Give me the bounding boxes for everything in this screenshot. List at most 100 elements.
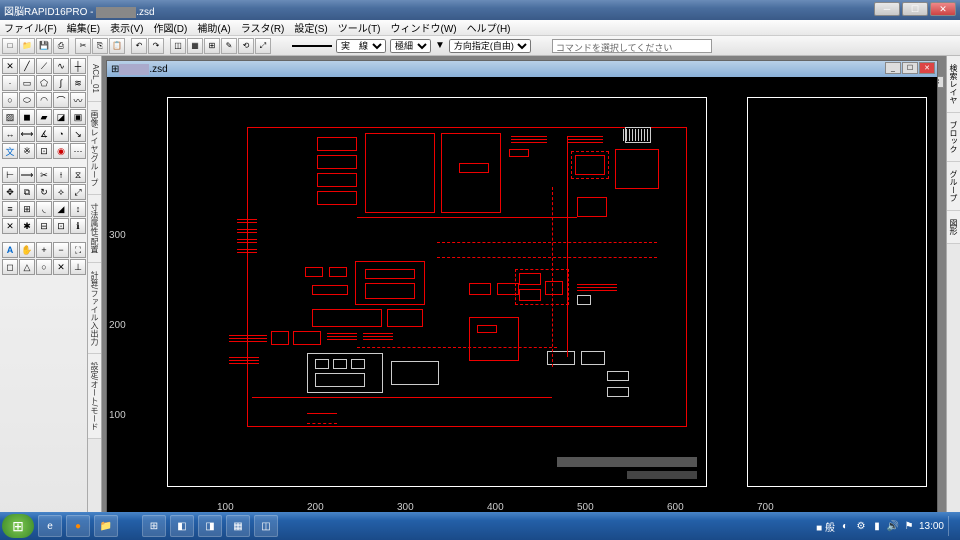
vtab-dim[interactable]: 寸法属性/配置 xyxy=(88,195,101,262)
mod-fil[interactable]: ◟ xyxy=(36,201,52,217)
menu-settings[interactable]: 設定(S) xyxy=(294,20,327,35)
rtab-group[interactable]: グループ xyxy=(947,162,960,211)
tool-img[interactable]: ▣ xyxy=(70,109,86,125)
line-style-select[interactable]: 実 線 xyxy=(336,39,386,53)
tool-pline[interactable]: ∿ xyxy=(53,58,69,74)
menu-window[interactable]: ウィンドウ(W) xyxy=(391,20,457,35)
tool-ell[interactable]: ⬭ xyxy=(19,92,35,108)
vtab-acl[interactable]: ACL_01 xyxy=(88,56,101,102)
line-weight-select[interactable]: 極細 xyxy=(390,39,431,53)
doc-close[interactable]: ✕ xyxy=(919,62,935,74)
mod-del[interactable]: ✕ xyxy=(2,218,18,234)
snap-end[interactable]: ◻ xyxy=(2,259,18,275)
tool-solid[interactable]: ▰ xyxy=(36,109,52,125)
menu-file[interactable]: ファイル(F) xyxy=(4,20,57,35)
close-button[interactable]: ✕ xyxy=(930,2,956,16)
rtab-block[interactable]: ブロック xyxy=(947,113,960,162)
tb-paste[interactable]: 📋 xyxy=(109,38,125,54)
menu-create[interactable]: 作図(D) xyxy=(153,20,187,35)
mod-mir[interactable]: ⟡ xyxy=(53,184,69,200)
tb-redo[interactable]: ↷ xyxy=(148,38,164,54)
task-app3[interactable]: ◨ xyxy=(198,515,222,537)
mod-arr[interactable]: ⊞ xyxy=(19,201,35,217)
snap-cen[interactable]: ○ xyxy=(36,259,52,275)
tool-select[interactable]: ✕ xyxy=(2,58,18,74)
tray-icon[interactable]: ⚙ xyxy=(855,520,867,532)
tool-ang[interactable]: ∡ xyxy=(36,126,52,142)
snap-int[interactable]: ✕ xyxy=(53,259,69,275)
tb-open[interactable]: 📁 xyxy=(19,38,35,54)
rtab-shape[interactable]: 図形 xyxy=(947,211,960,244)
doc-min[interactable]: _ xyxy=(885,62,901,74)
tray-vol-icon[interactable]: 🔊 xyxy=(887,520,899,532)
menu-edit[interactable]: 編集(E) xyxy=(67,20,100,35)
task-app5[interactable]: ◫ xyxy=(254,515,278,537)
task-app2[interactable]: ◧ xyxy=(170,515,194,537)
doc-max[interactable]: ☐ xyxy=(902,62,918,74)
task-ff[interactable]: ● xyxy=(66,515,90,537)
mod-scl[interactable]: ⤢ xyxy=(70,184,86,200)
tool-grad[interactable]: ◪ xyxy=(53,109,69,125)
menu-raster[interactable]: ラスタ(R) xyxy=(241,20,285,35)
mod-grp[interactable]: ⊟ xyxy=(36,218,52,234)
tb-print[interactable]: ⎙ xyxy=(53,38,69,54)
txt-a[interactable]: A xyxy=(2,242,18,258)
mod-ugr[interactable]: ⊡ xyxy=(53,218,69,234)
minimize-button[interactable]: ─ xyxy=(874,2,900,16)
tool-hv[interactable]: ┼ xyxy=(70,58,86,74)
tool-arc[interactable]: ◠ xyxy=(36,92,52,108)
mod-brk[interactable]: ⟊ xyxy=(53,167,69,183)
tool-hatch[interactable]: ▨ xyxy=(2,109,18,125)
tb-cut[interactable]: ✂ xyxy=(75,38,91,54)
menu-view[interactable]: 表示(V) xyxy=(110,20,143,35)
tb-new[interactable]: □ xyxy=(2,38,18,54)
ime-indicator[interactable]: ■ 般 xyxy=(816,519,835,534)
tool-blk[interactable]: ⊡ xyxy=(36,143,52,159)
view-zin[interactable]: + xyxy=(36,242,52,258)
show-desktop[interactable] xyxy=(948,516,956,536)
tool-etc[interactable]: ⋯ xyxy=(70,143,86,159)
tool-rect[interactable]: ▭ xyxy=(19,75,35,91)
maximize-button[interactable]: ☐ xyxy=(902,2,928,16)
mod-move[interactable]: ✥ xyxy=(2,184,18,200)
mod-off[interactable]: ≡ xyxy=(2,201,18,217)
mod-cut[interactable]: ✂ xyxy=(36,167,52,183)
snap-per[interactable]: ⊥ xyxy=(70,259,86,275)
tool-poly[interactable]: ⬠ xyxy=(36,75,52,91)
command-prompt[interactable]: コマンドを選択してください xyxy=(552,39,712,53)
tb-save[interactable]: 💾 xyxy=(36,38,52,54)
clock[interactable]: 13:00 xyxy=(919,521,944,532)
tool-pt[interactable]: · xyxy=(2,75,18,91)
tool-para[interactable]: ≋ xyxy=(70,75,86,91)
mod-chm[interactable]: ◢ xyxy=(53,201,69,217)
mod-ext[interactable]: ⟶ xyxy=(19,167,35,183)
mod-join[interactable]: ⧖ xyxy=(70,167,86,183)
doc-titlebar[interactable]: ⊞ xxxxxx.zsd _ ☐ ✕ xyxy=(107,61,937,77)
tb-b5[interactable]: ⟲ xyxy=(238,38,254,54)
tool-arc2[interactable]: ⌒ xyxy=(53,92,69,108)
menu-help[interactable]: ヘルプ(H) xyxy=(467,20,511,35)
start-button[interactable]: ⊞ xyxy=(2,514,34,538)
tool-rad[interactable]: ◔ xyxy=(53,126,69,142)
task-app1[interactable]: ⊞ xyxy=(142,515,166,537)
tool-line2[interactable]: ⟋ xyxy=(36,58,52,74)
tb-undo[interactable]: ↶ xyxy=(131,38,147,54)
vtab-mode[interactable]: 設定/オート/モード xyxy=(88,354,101,439)
vtab-layer[interactable]: 画像/レイヤ/グループ xyxy=(88,102,101,195)
tool-sym[interactable]: ※ xyxy=(19,143,35,159)
mod-rot[interactable]: ↻ xyxy=(36,184,52,200)
tb-b2[interactable]: ▦ xyxy=(187,38,203,54)
tool-fill[interactable]: ◼ xyxy=(19,109,35,125)
tool-spl[interactable]: 〰 xyxy=(70,92,86,108)
tb-b1[interactable]: ◫ xyxy=(170,38,186,54)
tb-copy[interactable]: ⎘ xyxy=(92,38,108,54)
mod-copy[interactable]: ⧉ xyxy=(19,184,35,200)
tb-b6[interactable]: ⤢ xyxy=(255,38,271,54)
vtab-calc[interactable]: 計算/ファイル入出力 xyxy=(88,263,101,354)
mod-trim[interactable]: ⊢ xyxy=(2,167,18,183)
tray-flag-icon[interactable]: ⚑ xyxy=(903,520,915,532)
cad-viewport[interactable]: 100 200 300 100 200 300 400 500 600 700 xyxy=(107,77,937,515)
rtab-search[interactable]: 検索レイヤ xyxy=(947,56,960,113)
tool-circ[interactable]: ○ xyxy=(2,92,18,108)
tray-net-icon[interactable]: ▮ xyxy=(871,520,883,532)
